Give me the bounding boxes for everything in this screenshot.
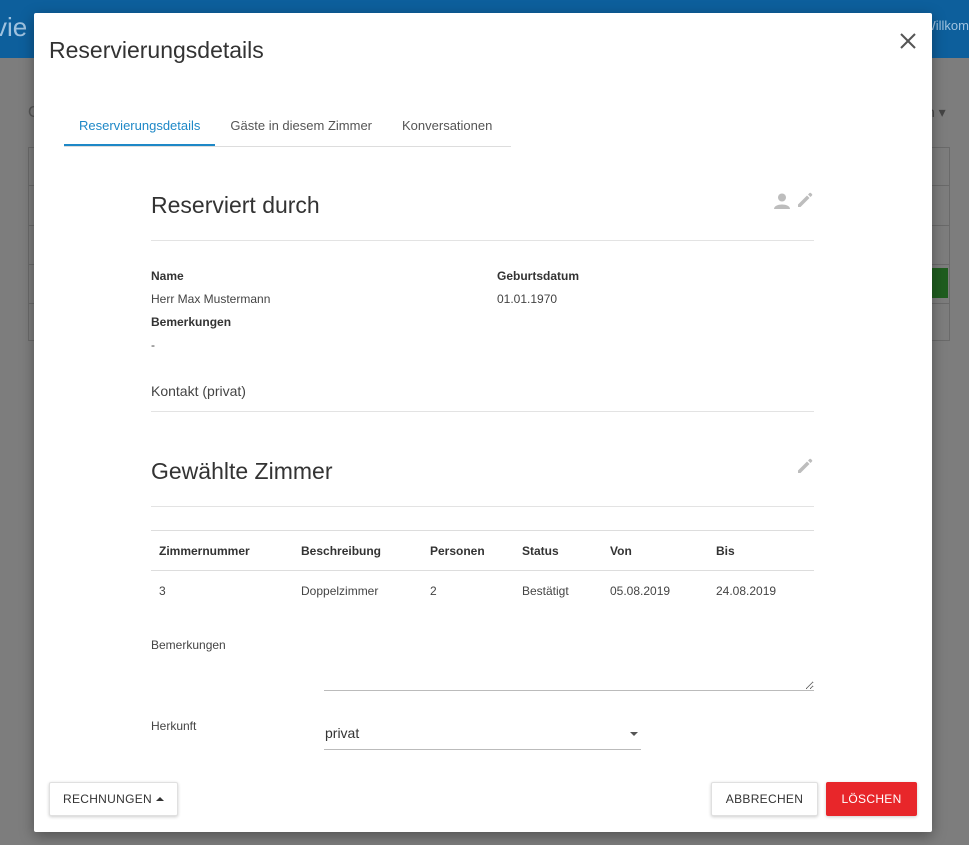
cell-room-number: 3 (159, 584, 166, 598)
tab-bar: Reservierungsdetails Gäste in diesem Zim… (64, 109, 511, 147)
birthdate-label: Geburtsdatum (497, 269, 580, 283)
app-title: vie (0, 12, 28, 42)
cell-from: 05.08.2019 (610, 584, 671, 598)
background-status-block (930, 268, 948, 298)
contact-label: Kontakt (privat) (151, 383, 246, 399)
rooms-header: Gewählte Zimmer (151, 446, 814, 507)
remarks-textarea[interactable] (324, 649, 814, 691)
origin-label: Herkunft (151, 719, 197, 733)
pencil-icon[interactable] (796, 191, 814, 214)
origin-select[interactable]: privat (324, 719, 641, 750)
remarks-field-label: Bemerkungen (151, 638, 226, 652)
cell-status: Bestätigt (522, 584, 569, 598)
invoices-button[interactable]: RECHNUNGEN (49, 782, 178, 816)
booked-by-title: Reserviert durch (151, 192, 320, 218)
close-icon (900, 33, 916, 49)
caret-up-icon (156, 797, 164, 801)
name-value: Herr Max Mustermann (151, 292, 271, 306)
reservation-modal: Reservierungsdetails Reservierungsdetail… (34, 13, 932, 832)
origin-selected-value: privat (325, 725, 360, 741)
cell-description: Doppelzimmer (301, 584, 379, 598)
delete-button[interactable]: LÖSCHEN (826, 782, 917, 816)
column-header-from: Von (602, 530, 708, 571)
column-header-to: Bis (708, 530, 814, 571)
cell-persons: 2 (430, 584, 437, 598)
rooms-title: Gewählte Zimmer (151, 458, 333, 484)
cell-to: 24.08.2019 (716, 584, 777, 598)
tab-reservation-details[interactable]: Reservierungsdetails (64, 109, 216, 146)
pencil-icon[interactable] (796, 457, 814, 480)
remarks-label: Bemerkungen (151, 315, 232, 329)
tab-guests-in-room[interactable]: Gäste in diesem Zimmer (215, 109, 387, 146)
rooms-table: Zimmernummer Beschreibung Personen Statu… (151, 530, 814, 611)
booked-by-header: Reserviert durch (151, 180, 814, 241)
column-header-room-number: Zimmernummer (151, 530, 293, 571)
name-label: Name (151, 269, 184, 283)
person-icon[interactable] (773, 192, 791, 215)
birthdate-value: 01.01.1970 (497, 292, 558, 306)
remarks-value: - (151, 338, 155, 352)
contact-private: Kontakt (privat) (151, 383, 814, 412)
table-header-row: Zimmernummer Beschreibung Personen Statu… (151, 530, 814, 571)
column-header-status: Status (514, 530, 602, 571)
column-header-persons: Personen (422, 530, 514, 571)
tab-conversations[interactable]: Konversationen (387, 109, 507, 146)
table-row[interactable]: 3 Doppelzimmer 2 Bestätigt 05.08.2019 24… (151, 571, 814, 612)
close-button[interactable] (898, 31, 918, 51)
cancel-button[interactable]: ABBRECHEN (711, 782, 818, 816)
modal-title: Reservierungsdetails (49, 37, 264, 63)
caret-down-icon (630, 732, 638, 736)
column-header-description: Beschreibung (293, 530, 422, 571)
